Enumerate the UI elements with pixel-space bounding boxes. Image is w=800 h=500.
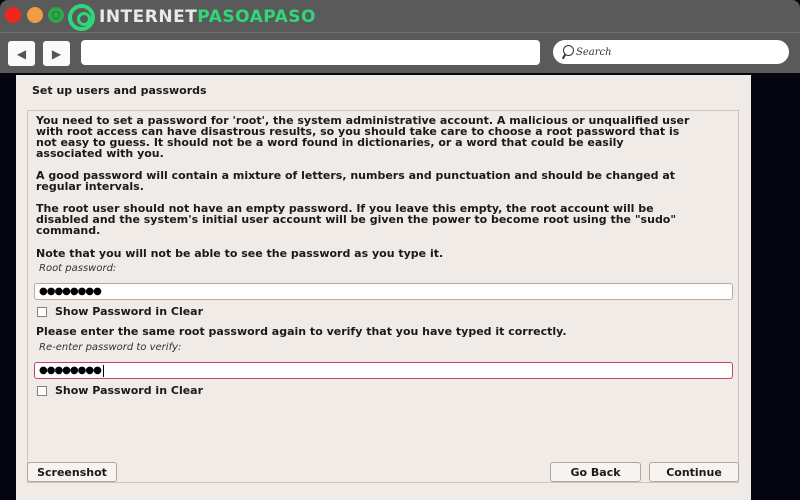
- desktop-background: [0, 73, 16, 500]
- address-bar[interactable]: [81, 40, 540, 65]
- search-input[interactable]: Search: [553, 40, 789, 64]
- show-verify-password-label: Show Password in Clear: [55, 384, 204, 397]
- go-back-button[interactable]: Go Back: [550, 462, 641, 482]
- show-root-password-checkbox[interactable]: [37, 306, 47, 317]
- intro-paragraph: You need to set a password for 'root', t…: [36, 114, 690, 160]
- verify-password-label: Re-enter password to verify:: [39, 342, 182, 353]
- close-window-button[interactable]: [5, 7, 21, 23]
- screenshot-button[interactable]: Screenshot: [27, 462, 117, 482]
- show-root-password-label: Show Password in Clear: [55, 305, 204, 318]
- arrow-left-icon: ◀: [16, 46, 27, 61]
- show-verify-password-toggle[interactable]: Show Password in Clear: [37, 384, 203, 397]
- brand-name-part1: INTERNET: [99, 7, 198, 27]
- page-title: Set up users and passwords: [32, 84, 207, 97]
- brand-logo: INTERNET PASOAPASO: [68, 3, 316, 31]
- note-paragraph: Note that you will not be able to see th…: [36, 247, 444, 260]
- back-button[interactable]: ◀: [8, 41, 35, 66]
- show-root-password-toggle[interactable]: Show Password in Clear: [37, 305, 203, 318]
- text-caret: [102, 364, 104, 377]
- empty-password-paragraph: The root user should not have an empty p…: [36, 202, 677, 237]
- installer-window: Set up users and passwords You need to s…: [16, 75, 751, 500]
- brand-logo-icon: [68, 3, 95, 31]
- good-password-paragraph: A good password will contain a mixture o…: [36, 169, 676, 193]
- root-password-value: ●●●●●●●●: [39, 286, 102, 297]
- verify-prompt: Please enter the same root password agai…: [36, 325, 567, 338]
- root-password-label: Root password:: [39, 263, 117, 274]
- forward-button[interactable]: ▶: [43, 41, 70, 66]
- continue-button[interactable]: Continue: [649, 462, 739, 482]
- minimize-window-button[interactable]: [27, 7, 43, 23]
- root-password-field[interactable]: ●●●●●●●●: [34, 283, 733, 300]
- browser-chrome: INTERNET PASOAPASO ◀ ▶ Search: [0, 0, 800, 73]
- search-placeholder: Search: [576, 46, 612, 58]
- verify-password-field[interactable]: ●●●●●●●●: [34, 362, 733, 379]
- search-icon: [562, 45, 574, 59]
- chrome-divider: [0, 32, 800, 33]
- arrow-right-icon: ▶: [51, 46, 62, 61]
- verify-password-value: ●●●●●●●●: [39, 365, 102, 376]
- brand-name-part2: PASOAPASO: [197, 7, 316, 27]
- show-verify-password-checkbox[interactable]: [37, 385, 47, 396]
- content-panel: You need to set a password for 'root', t…: [27, 110, 739, 483]
- title-bar: INTERNET PASOAPASO: [0, 0, 800, 33]
- maximize-window-button[interactable]: [48, 7, 64, 23]
